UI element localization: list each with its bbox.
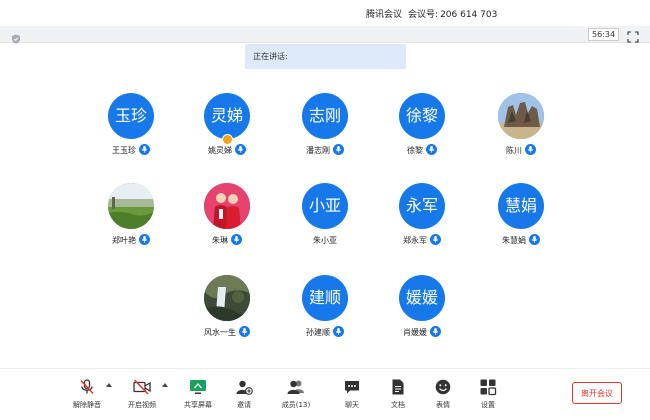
meeting-info-bar: 56:34 <box>0 26 650 44</box>
share-screen-label: 共享屏幕 <box>184 401 212 409</box>
participant-name: 孙建顺 <box>306 328 330 337</box>
participant-name: 郑永军 <box>403 236 427 245</box>
start-video-button[interactable]: 开启视频 <box>119 378 165 410</box>
meeting-timer: 56:34 <box>588 28 620 41</box>
microphone-icon[interactable] <box>529 234 540 245</box>
settings-button[interactable]: 设置 <box>465 378 511 410</box>
settings-grid-icon <box>480 379 497 396</box>
microphone-icon[interactable] <box>333 144 344 155</box>
microphone-icon[interactable] <box>426 144 437 155</box>
settings-label: 设置 <box>481 401 495 409</box>
muted-microphone-icon <box>80 379 94 395</box>
fullscreen-icon[interactable] <box>627 28 639 43</box>
emoji-icon <box>435 379 451 395</box>
avatar: 建顺 <box>302 275 348 321</box>
participant-name: 朱小亚 <box>313 236 337 245</box>
participant-name: 风水一生 <box>204 328 236 337</box>
participant-name: 朱琳 <box>212 236 228 245</box>
avatar-photo <box>204 275 250 321</box>
microphone-icon[interactable] <box>139 144 150 155</box>
avatar: 永军 <box>399 183 445 229</box>
meeting-title: 腾讯会议 会议号: 206 614 703 <box>366 7 497 20</box>
members-icon <box>287 380 304 394</box>
members-button[interactable]: 成员(13) <box>273 378 319 410</box>
microphone-icon[interactable] <box>139 234 150 245</box>
members-label: 成员(13) <box>281 401 311 409</box>
avatar: 灵娣 <box>204 93 250 139</box>
leave-meeting-button[interactable]: 离开会议 <box>572 382 622 404</box>
avatar-photo <box>498 93 544 139</box>
docs-label: 文档 <box>391 401 405 409</box>
participant-name: 郑叶艳 <box>112 236 136 245</box>
document-icon <box>392 379 404 395</box>
audio-options-caret[interactable] <box>106 383 112 387</box>
speaking-indicator: 正在讲话: <box>245 44 406 69</box>
meeting-id-label: 会议号: <box>408 10 439 20</box>
microphone-icon[interactable] <box>235 144 246 155</box>
share-screen-button[interactable]: 共享屏幕 <box>175 378 221 410</box>
app-name: 腾讯会议 <box>366 10 403 20</box>
unmute-label: 解除静音 <box>73 401 101 409</box>
microphone-icon[interactable] <box>333 326 344 337</box>
invite-label: 邀请 <box>237 401 251 409</box>
unmute-button[interactable]: 解除静音 <box>64 378 110 410</box>
microphone-icon[interactable] <box>239 326 250 337</box>
start-video-label: 开启视频 <box>128 401 156 409</box>
avatar-photo <box>108 183 154 229</box>
meeting-toolbar: 解除静音 开启视频 共享屏幕 邀请 成员(13) 聊天 文档 表情 设置 离开会… <box>0 368 650 420</box>
invite-user-icon <box>236 380 253 395</box>
participant-name: 潘志刚 <box>306 146 330 155</box>
chat-label: 聊天 <box>345 401 359 409</box>
participant-name: 陈川 <box>506 146 522 155</box>
microphone-icon[interactable] <box>430 326 441 337</box>
video-options-caret[interactable] <box>162 383 168 387</box>
microphone-icon[interactable] <box>231 234 242 245</box>
raised-hand-icon <box>222 134 233 145</box>
participant-name: 姚灵娣 <box>208 146 232 155</box>
avatar: 媛媛 <box>399 275 445 321</box>
avatar: 志刚 <box>302 93 348 139</box>
participant-name: 徐黎 <box>407 146 423 155</box>
microphone-icon[interactable] <box>430 234 441 245</box>
avatar: 慧娟 <box>498 183 544 229</box>
chat-button[interactable]: 聊天 <box>329 378 375 410</box>
avatar-photo <box>204 183 250 229</box>
participant-name: 肖媛媛 <box>403 328 427 337</box>
avatar: 小亚 <box>302 183 348 229</box>
docs-button[interactable]: 文档 <box>375 378 421 410</box>
video-off-icon <box>133 379 151 395</box>
avatar: 玉珍 <box>108 93 154 139</box>
chat-icon <box>345 381 359 394</box>
reactions-label: 表情 <box>436 401 450 409</box>
meeting-id[interactable]: 206 614 703 <box>440 10 497 20</box>
window-titlebar: 腾讯会议 会议号: 206 614 703 <box>0 0 650 26</box>
avatar: 徐黎 <box>399 93 445 139</box>
reactions-button[interactable]: 表情 <box>420 378 466 410</box>
microphone-icon[interactable] <box>525 144 536 155</box>
invite-button[interactable]: 邀请 <box>221 378 267 410</box>
participant-name: 王玉珍 <box>112 146 136 155</box>
shield-icon[interactable] <box>11 29 21 44</box>
participant-name: 朱慧娟 <box>502 236 526 245</box>
share-screen-icon <box>190 380 206 394</box>
